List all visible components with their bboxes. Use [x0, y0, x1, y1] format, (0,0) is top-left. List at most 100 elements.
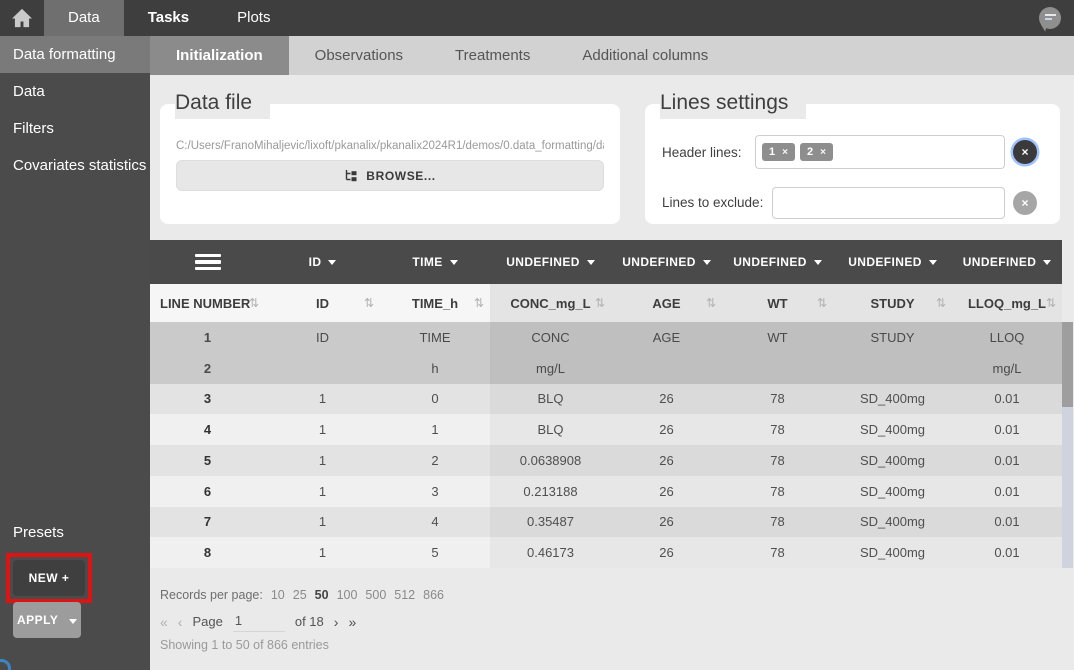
clear-header-lines-button[interactable]: × — [1013, 140, 1037, 164]
table-cell: BLQ — [490, 414, 611, 445]
column-header[interactable]: ID ⇅ — [265, 284, 380, 322]
column-header[interactable]: TIME_h⇅ — [380, 284, 490, 322]
data-file-title: Data file — [175, 91, 270, 119]
column-header[interactable]: LINE NUMBER⇅ — [150, 284, 265, 322]
column-type-label: ID — [309, 255, 322, 269]
lines-exclude-input[interactable] — [772, 187, 1005, 219]
sort-icon[interactable]: ⇅ — [474, 296, 484, 310]
file-tree-icon — [344, 169, 358, 183]
column-header[interactable]: AGE⇅ — [611, 284, 722, 322]
lines-settings-title: Lines settings — [660, 91, 806, 119]
home-icon — [11, 8, 33, 28]
column-type-dropdown[interactable]: TIME — [380, 240, 490, 284]
page-size-option[interactable]: 100 — [337, 588, 358, 602]
column-header[interactable]: WT⇅ — [722, 284, 833, 322]
column-type-label: UNDEFINED — [963, 255, 1037, 269]
sort-icon[interactable]: ⇅ — [595, 296, 605, 310]
chevron-down-icon — [814, 260, 822, 265]
column-type-dropdown[interactable]: UNDEFINED — [952, 240, 1062, 284]
tab-initialization[interactable]: Initialization — [150, 36, 289, 75]
table-cell: SD_400mg — [833, 414, 952, 445]
sidebar-item-filters[interactable]: Filters — [0, 110, 150, 147]
column-type-dropdown[interactable]: UNDEFINED — [490, 240, 611, 284]
clear-lines-exclude-button[interactable]: × — [1013, 191, 1037, 215]
tag-remove-icon[interactable]: × — [820, 147, 826, 158]
data-table: IDTIMEUNDEFINEDUNDEFINEDUNDEFINEDUNDEFIN… — [150, 240, 1062, 568]
sidebar-item-data[interactable]: Data — [0, 73, 150, 110]
nav-tab-data[interactable]: Data — [44, 0, 124, 36]
table-cell: SD_400mg — [833, 507, 952, 538]
table-cell: 2 — [380, 445, 490, 476]
first-page-button[interactable]: « — [160, 614, 168, 630]
table-menu-button[interactable] — [150, 240, 265, 284]
page-size-option[interactable]: 25 — [293, 588, 307, 602]
table-cell: 0.213188 — [490, 476, 611, 507]
tab-additional-columns[interactable]: Additional columns — [556, 36, 734, 75]
table-cell: 0 — [380, 384, 490, 415]
table-cell: 78 — [722, 537, 833, 568]
table-cell: STUDY — [833, 322, 952, 353]
table-scrollbar[interactable] — [1062, 322, 1073, 568]
column-type-label: TIME — [412, 255, 442, 269]
page-size-option[interactable]: 866 — [423, 588, 444, 602]
page-size-option[interactable]: 512 — [394, 588, 415, 602]
column-type-dropdown[interactable]: ID — [265, 240, 380, 284]
preset-new-button[interactable]: NEW + — [13, 560, 85, 596]
page-size-option[interactable]: 50 — [315, 588, 329, 602]
records-per-page: Records per page: 10 25 50 100 500 512 866 — [160, 588, 444, 602]
column-header[interactable]: STUDY⇅ — [833, 284, 952, 322]
tag-remove-icon[interactable]: × — [782, 147, 788, 158]
records-per-page-label: Records per page: — [160, 588, 263, 602]
table-cell: 0.01 — [952, 476, 1062, 507]
prev-page-button[interactable]: ‹ — [178, 614, 183, 630]
last-page-button[interactable]: » — [348, 614, 356, 630]
column-header[interactable]: CONC_mg_L⇅ — [490, 284, 611, 322]
data-file-card: C:/Users/FranoMihaljevic/lixoft/pkanalix… — [160, 104, 620, 224]
sidebar-item-covariates-statistics[interactable]: Covariates statistics — [0, 147, 150, 184]
page-size-option[interactable]: 10 — [271, 588, 285, 602]
chevron-down-icon — [703, 260, 711, 265]
home-button[interactable] — [0, 0, 44, 36]
sidebar-item-data-formatting[interactable]: Data formatting — [0, 36, 150, 73]
sort-icon[interactable]: ⇅ — [364, 296, 374, 310]
table-cell: 0.01 — [952, 537, 1062, 568]
column-type-dropdown[interactable]: UNDEFINED — [611, 240, 722, 284]
line-number-cell: 6 — [150, 476, 265, 507]
table-row: 310BLQ2678SD_400mg0.01 — [150, 384, 1062, 415]
sort-icon[interactable]: ⇅ — [817, 296, 827, 310]
scrollbar-thumb[interactable] — [1062, 322, 1073, 407]
column-header-label: ID — [316, 296, 329, 311]
column-type-dropdown[interactable]: UNDEFINED — [833, 240, 952, 284]
tab-treatments[interactable]: Treatments — [429, 36, 556, 75]
next-page-button[interactable]: › — [334, 614, 339, 630]
table-cell: SD_400mg — [833, 476, 952, 507]
page-size-option[interactable]: 500 — [365, 588, 386, 602]
column-type-dropdown[interactable]: UNDEFINED — [722, 240, 833, 284]
page-number-input[interactable] — [233, 611, 285, 632]
page-controls: « ‹ Page of 18 › » — [160, 611, 356, 632]
column-header[interactable]: LLOQ_mg_L⇅ — [952, 284, 1062, 322]
header-lines-input[interactable]: 1×2× — [755, 135, 1005, 169]
browse-button[interactable]: BROWSE... — [176, 160, 604, 191]
chevron-down-icon — [587, 260, 595, 265]
sort-icon[interactable]: ⇅ — [706, 296, 716, 310]
table-cell: 0.01 — [952, 445, 1062, 476]
nav-tab-tasks[interactable]: Tasks — [124, 0, 213, 36]
sort-icon[interactable]: ⇅ — [249, 296, 259, 310]
tab-observations[interactable]: Observations — [289, 36, 429, 75]
preset-apply-button[interactable]: APPLY — [13, 602, 81, 638]
table-cell — [722, 353, 833, 384]
sort-icon[interactable]: ⇅ — [1046, 296, 1056, 310]
chevron-down-icon — [929, 260, 937, 265]
table-cell: ID — [265, 322, 380, 353]
chevron-down-icon — [69, 619, 77, 624]
chat-icon[interactable] — [1039, 7, 1061, 29]
table-cell: 0.01 — [952, 507, 1062, 538]
nav-tab-plots[interactable]: Plots — [213, 0, 294, 36]
table-cell: 26 — [611, 537, 722, 568]
table-cell: 1 — [265, 414, 380, 445]
table-cell: CONC — [490, 322, 611, 353]
sort-icon[interactable]: ⇅ — [936, 296, 946, 310]
line-number-cell: 4 — [150, 414, 265, 445]
table-cell: 0.0638908 — [490, 445, 611, 476]
